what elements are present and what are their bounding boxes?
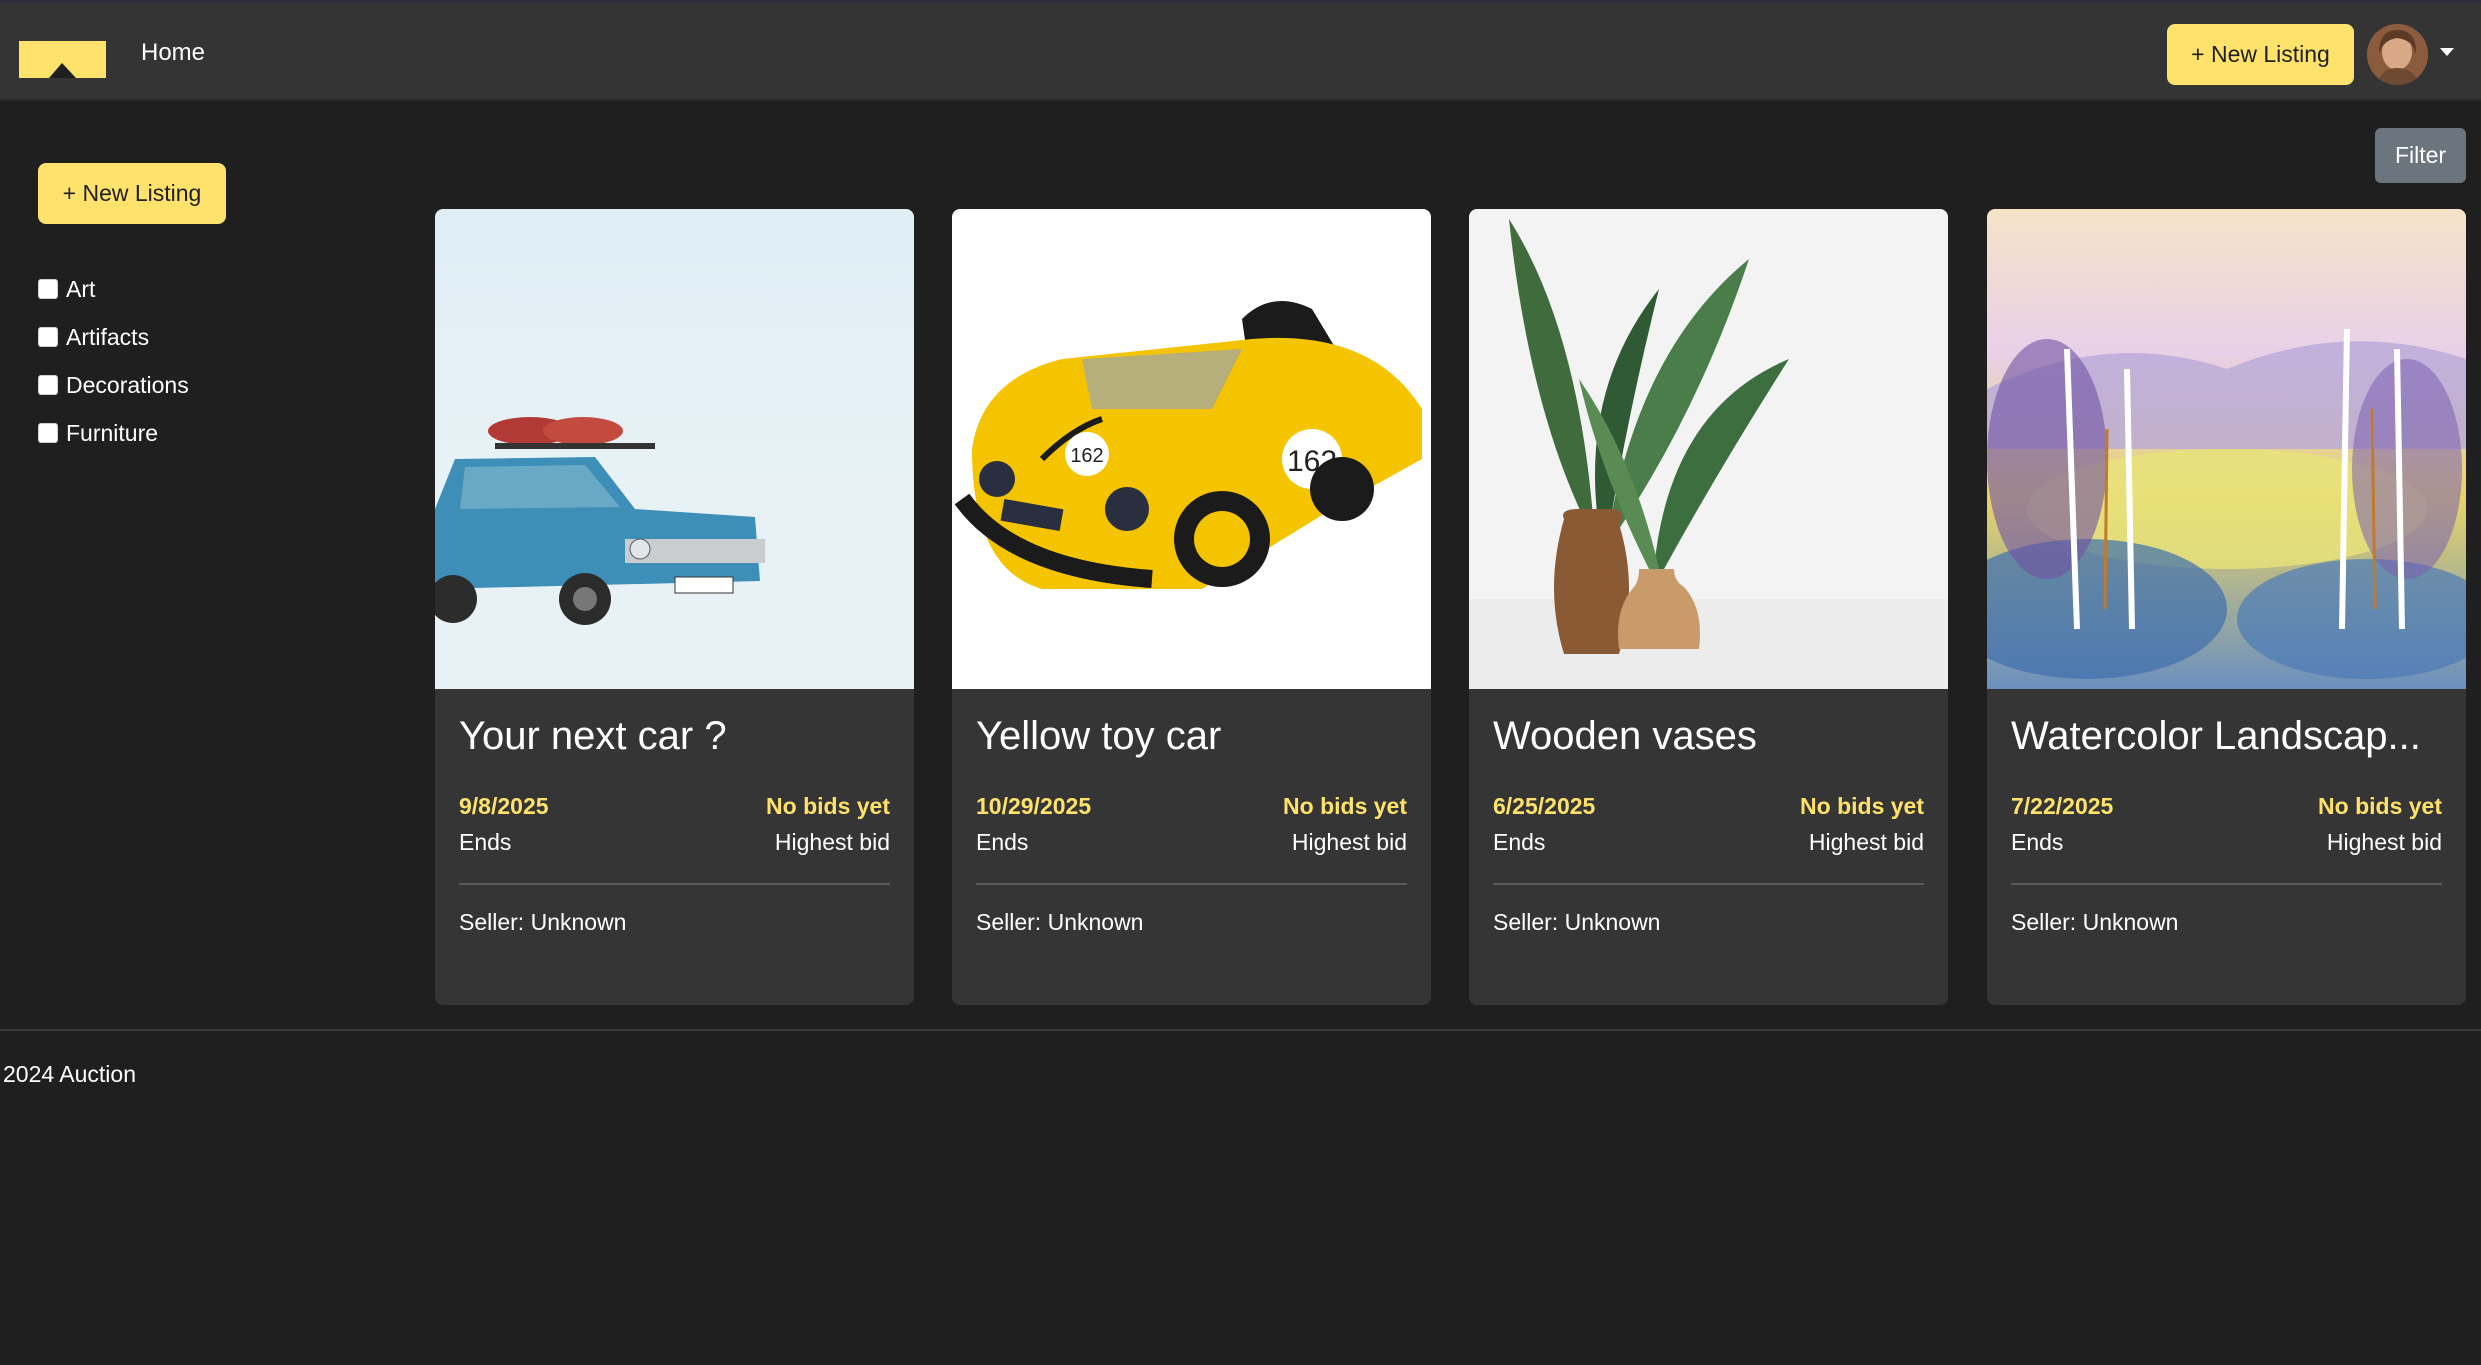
nav-home-link[interactable]: Home [141, 39, 205, 67]
new-listing-button[interactable]: + New Listing [2167, 24, 2354, 85]
user-avatar-icon [2367, 24, 2428, 85]
listing-highest-bid: No bids yet [766, 793, 890, 819]
category-label: Furniture [66, 419, 159, 446]
listing-highest-bid: No bids yet [2318, 793, 2442, 819]
listing-title[interactable]: Wooden vases [1493, 714, 1933, 759]
blue-car-snow-photo-icon [435, 209, 914, 689]
listing-end-date: 10/29/2025 [976, 793, 1092, 819]
category-label: Decorations [66, 371, 189, 398]
listing-title[interactable]: Your next car ? [459, 714, 899, 759]
listing-image[interactable]: 162 162 [952, 209, 1431, 689]
car-number: 162 [1070, 445, 1103, 467]
listing-end-date: 6/25/2025 [1493, 793, 1596, 819]
ends-label: Ends [2011, 829, 2064, 855]
footer-text: 2024 Auction [3, 1061, 137, 1087]
listing-title[interactable]: Watercolor Landscap... [2011, 714, 2451, 759]
highest-bid-label: Highest bid [774, 829, 890, 855]
listing-card[interactable]: Your next car ? 9/8/2025 No bids yet End… [435, 209, 914, 1005]
checkbox[interactable] [38, 375, 58, 395]
ends-label: Ends [976, 829, 1029, 855]
listing-image[interactable] [1469, 209, 1948, 689]
listing-title[interactable]: Yellow toy car [976, 714, 1416, 759]
highest-bid-label: Highest bid [2326, 829, 2442, 855]
sidebar-new-listing-button[interactable]: + New Listing [38, 163, 226, 224]
yellow-toy-car-photo-icon: 162 162 [952, 209, 1431, 689]
divider [459, 883, 890, 885]
category-artifacts[interactable]: Artifacts [38, 313, 189, 361]
chevron-down-icon[interactable] [2440, 48, 2454, 57]
wooden-vases-photo-icon [1469, 209, 1948, 689]
navbar: Home + New Listing [0, 3, 2481, 101]
category-art[interactable]: Art [38, 265, 189, 313]
filter-button[interactable]: Filter [2375, 128, 2466, 183]
listing-card[interactable]: Wooden vases 6/25/2025 No bids yet Ends … [1469, 209, 1948, 1005]
highest-bid-label: Highest bid [1808, 829, 1924, 855]
listing-highest-bid: No bids yet [1283, 793, 1407, 819]
watercolor-landscape-painting-icon [1987, 209, 2466, 689]
listing-seller: Seller: Unknown [1493, 909, 1661, 935]
checkbox[interactable] [38, 279, 58, 299]
checkbox[interactable] [38, 423, 58, 443]
listing-card[interactable]: Watercolor Landscap... 7/22/2025 No bids… [1987, 209, 2466, 1005]
category-decorations[interactable]: Decorations [38, 361, 189, 409]
ends-label: Ends [1493, 829, 1546, 855]
highest-bid-label: Highest bid [1291, 829, 1407, 855]
listing-image[interactable] [435, 209, 914, 689]
ends-label: Ends [459, 829, 512, 855]
category-filter-list: Art Artifacts Decorations Furniture [38, 265, 189, 457]
logo-icon[interactable] [19, 41, 106, 78]
checkbox[interactable] [38, 327, 58, 347]
listing-seller: Seller: Unknown [2011, 909, 2179, 935]
category-label: Art [66, 275, 96, 302]
divider [1493, 883, 1924, 885]
listing-seller: Seller: Unknown [976, 909, 1144, 935]
listing-highest-bid: No bids yet [1800, 793, 1924, 819]
listing-end-date: 9/8/2025 [459, 793, 549, 819]
listing-card[interactable]: 162 162 Yellow toy car 10/29/2025 No bid… [952, 209, 1431, 1005]
divider [2011, 883, 2442, 885]
listing-end-date: 7/22/2025 [2011, 793, 2114, 819]
footer-divider [0, 1029, 2481, 1031]
listing-grid: Your next car ? 9/8/2025 No bids yet End… [435, 209, 2466, 1005]
divider [976, 883, 1407, 885]
page: Home + New Listing + New Listing Art Art… [0, 0, 2481, 1365]
listing-image[interactable] [1987, 209, 2466, 689]
category-furniture[interactable]: Furniture [38, 409, 189, 457]
category-label: Artifacts [66, 323, 150, 350]
avatar[interactable] [2367, 24, 2428, 85]
listing-seller: Seller: Unknown [459, 909, 627, 935]
